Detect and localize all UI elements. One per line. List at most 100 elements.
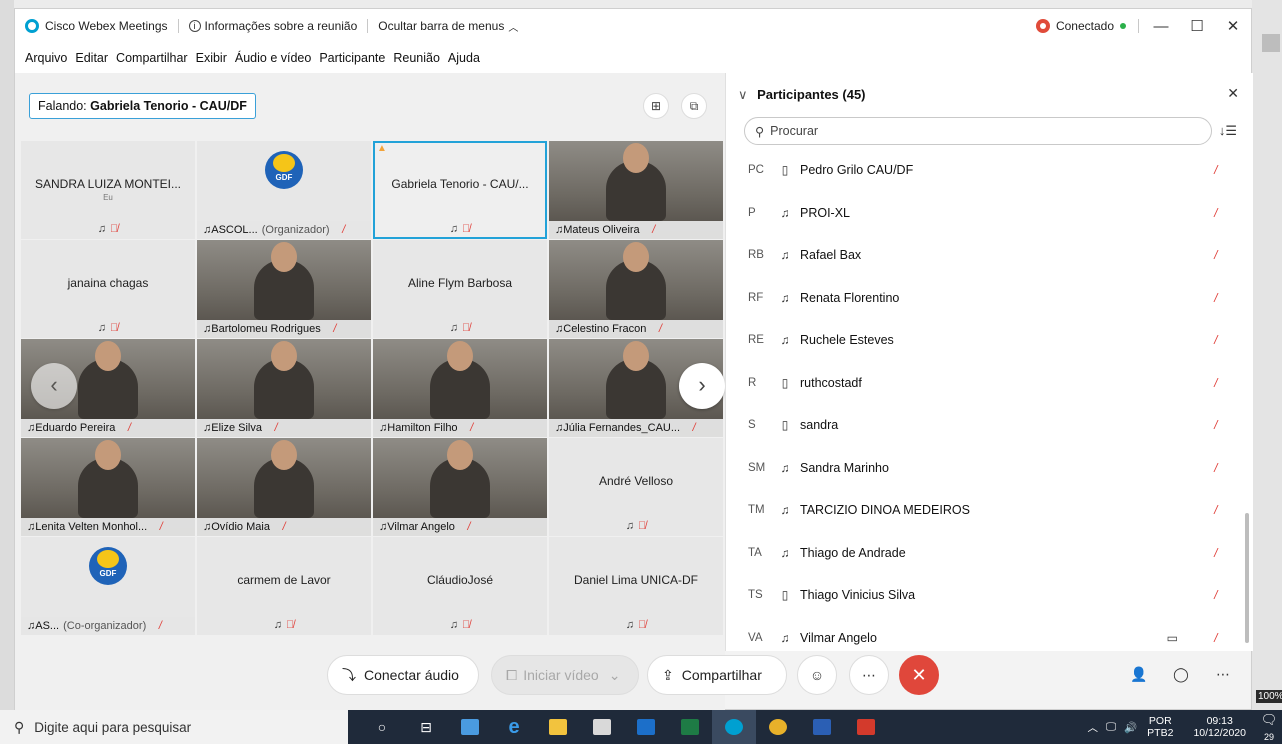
outlook-icon[interactable]	[624, 710, 668, 744]
language-indicator[interactable]: POR PTB2	[1147, 715, 1173, 739]
muted-mic-icon[interactable]: 🎙̸	[1207, 588, 1216, 602]
chrome-icon[interactable]	[756, 710, 800, 744]
muted-mic-icon[interactable]: 🎙̸	[1207, 376, 1216, 390]
sort-icon[interactable]: ↓☰	[1219, 123, 1237, 139]
file-explorer-icon[interactable]	[536, 710, 580, 744]
acrobat-icon[interactable]	[844, 710, 888, 744]
grid-layout-button[interactable]: ⊞	[643, 93, 669, 119]
menu-item-editar[interactable]: Editar	[75, 51, 108, 65]
participant-row[interactable]: RE ♫ Ruchele Esteves 🎙̸	[726, 319, 1236, 361]
menu-item-reuniao[interactable]: Reunião	[393, 51, 440, 65]
participant-row[interactable]: TS ▯ Thiago Vinicius Silva 🎙̸	[726, 574, 1236, 616]
prev-page-arrow[interactable]: ‹	[31, 363, 77, 409]
headset-icon: ♫	[449, 619, 458, 631]
task-view-icon[interactable]: ⊟	[404, 710, 448, 744]
participant-row[interactable]: TA ♫ Thiago de Andrade 🎙̸	[726, 532, 1236, 574]
network-icon[interactable]: 🖵	[1106, 721, 1116, 734]
participant-initials: PC	[748, 164, 764, 176]
video-tile[interactable]: ♫ Bartolomeu Rodrigues 🎙̸	[197, 240, 371, 338]
video-tile[interactable]: ▲ Gabriela Tenorio - CAU/... ♫ 🎙̸	[373, 141, 547, 239]
participant-row[interactable]: PC ▯ Pedro Grilo CAU/DF 🎙̸	[726, 149, 1236, 191]
participant-row[interactable]: R ▯ ruthcostadf 🎙̸	[726, 362, 1236, 404]
participant-search-input[interactable]: ⚲ Procurar	[744, 117, 1212, 145]
menu-item-audio-video[interactable]: Áudio e vídeo	[235, 51, 311, 65]
muted-mic-icon[interactable]: 🎙̸	[1207, 418, 1216, 432]
divider	[1138, 19, 1139, 33]
video-tile[interactable]: janaina chagas ♫ 🎙̸	[21, 240, 195, 338]
gdf-logo-text: GDF	[275, 173, 293, 182]
participant-row[interactable]: TM ♫ TARCIZIO DINOA MEDEIROS 🎙̸	[726, 489, 1236, 531]
video-tile[interactable]: carmem de Lavor ♫ 🎙̸	[197, 537, 371, 635]
reactions-button[interactable]: ☺	[797, 655, 837, 695]
video-tile[interactable]: ♫ Ovídio Maia 🎙̸	[197, 438, 371, 536]
share-button[interactable]: ⇪ Compartilhar	[647, 655, 787, 695]
menu-item-compartilhar[interactable]: Compartilhar	[116, 51, 188, 65]
hide-menu-button[interactable]: Ocultar barra de menus ︿	[372, 19, 524, 34]
tray-expand-icon[interactable]: ︿	[1087, 720, 1098, 735]
menu-item-participante[interactable]: Participante	[319, 51, 385, 65]
video-tile[interactable]: ♫ Mateus Oliveira 🎙̸	[549, 141, 723, 239]
participant-row[interactable]: P ♫ PROI-XL 🎙̸	[726, 192, 1236, 234]
video-tile[interactable]: ♫ Vilmar Angelo 🎙̸	[373, 438, 547, 536]
participant-scrollbar[interactable]	[1245, 513, 1249, 643]
video-tile[interactable]: ♫ Celestino Fracon 🎙̸	[549, 240, 723, 338]
video-tile[interactable]: Aline Flym Barbosa ♫ 🎙̸	[373, 240, 547, 338]
popout-button[interactable]: ⧉	[681, 93, 707, 119]
panel-close-button[interactable]: ✕	[1227, 85, 1239, 102]
webex-taskbar-icon[interactable]	[712, 710, 756, 744]
participant-row[interactable]: SM ♫ Sandra Marinho 🎙̸	[726, 447, 1236, 489]
participant-row[interactable]: VA ♫ Vilmar Angelo ▭ 🎙̸	[726, 617, 1236, 650]
menu-item-arquivo[interactable]: Arquivo	[25, 51, 67, 65]
maximize-button[interactable]: ☐	[1179, 17, 1215, 35]
connect-audio-button[interactable]: ⤵ Conectar áudio	[327, 655, 479, 695]
clock[interactable]: 09:13 10/12/2020	[1193, 715, 1246, 739]
notification-center-button[interactable]: 🗨 29	[1256, 712, 1282, 743]
muted-mic-icon[interactable]: 🎙̸	[1207, 461, 1216, 475]
mail-icon[interactable]	[448, 710, 492, 744]
muted-mic-icon[interactable]: 🎙̸	[1207, 631, 1216, 645]
volume-icon[interactable]: 🔊	[1124, 721, 1137, 734]
muted-mic-icon[interactable]: 🎙̸	[1207, 503, 1216, 517]
start-video-button[interactable]: ⧠ Iniciar vídeo ⌄	[491, 655, 639, 695]
headset-icon: ♫	[27, 521, 36, 533]
muted-mic-icon[interactable]: 🎙̸	[1207, 206, 1216, 220]
close-button[interactable]: ✕	[1215, 17, 1251, 35]
video-tile[interactable]: CláudioJosé ♫ 🎙̸	[373, 537, 547, 635]
speaking-prefix: Falando:	[38, 99, 87, 113]
video-tile[interactable]: ♫ Hamilton Filho 🎙̸	[373, 339, 547, 437]
tile-name-bar: ♫ Eduardo Pereira 🎙̸	[21, 419, 195, 437]
participant-row[interactable]: S ▯ sandra 🎙̸	[726, 404, 1236, 446]
video-tile[interactable]: SANDRA LUIZA MONTEI... Eu ♫ 🎙̸	[21, 141, 195, 239]
more-options-button[interactable]: ⋯	[849, 655, 889, 695]
muted-mic-icon[interactable]: 🎙̸	[1207, 248, 1216, 262]
muted-mic-icon[interactable]: 🎙̸	[1207, 163, 1216, 177]
edge-icon[interactable]: e	[492, 710, 536, 744]
next-page-arrow[interactable]: ›	[679, 363, 725, 409]
menu-item-ajuda[interactable]: Ajuda	[448, 51, 480, 65]
video-tile[interactable]: GDF ♫ AS... (Co-organizador) 🎙̸	[21, 537, 195, 635]
taskbar-search-input[interactable]: ⚲ Digite aqui para pesquisar	[0, 710, 348, 744]
muted-mic-icon[interactable]: 🎙̸	[1207, 291, 1216, 305]
store-icon[interactable]	[580, 710, 624, 744]
minimize-button[interactable]: —	[1143, 18, 1179, 35]
muted-mic-icon[interactable]: 🎙̸	[1207, 333, 1216, 347]
video-tile[interactable]: André Velloso ♫ 🎙̸	[549, 438, 723, 536]
end-call-button[interactable]: ✕	[899, 655, 939, 695]
participant-row[interactable]: RF ♫ Renata Florentino 🎙̸	[726, 277, 1236, 319]
meeting-info-button[interactable]: i Informações sobre a reunião	[183, 19, 364, 33]
muted-mic-icon[interactable]: 🎙̸	[1207, 546, 1216, 560]
menu-item-exibir[interactable]: Exibir	[196, 51, 227, 65]
tile-participant-name: André Velloso	[598, 474, 674, 488]
participants-toggle-icon[interactable]: 👤	[1119, 655, 1159, 695]
panel-header[interactable]: ∨ Participantes (45)	[738, 87, 866, 103]
participant-row[interactable]: RB ♫ Rafael Bax 🎙̸	[726, 234, 1236, 276]
chat-toggle-icon[interactable]: ◯	[1161, 655, 1201, 695]
excel-icon[interactable]	[668, 710, 712, 744]
video-tile[interactable]: GDF ♫ ASCOL... (Organizador) 🎙̸	[197, 141, 371, 239]
video-tile[interactable]: ♫ Lenita Velten Monhol... 🎙̸	[21, 438, 195, 536]
word-icon[interactable]	[800, 710, 844, 744]
video-tile[interactable]: ♫ Elize Silva 🎙̸	[197, 339, 371, 437]
panel-more-button[interactable]: ⋯	[1203, 655, 1243, 695]
video-tile[interactable]: Daniel Lima UNICA-DF ♫ 🎙̸	[549, 537, 723, 635]
cortana-icon[interactable]: ○	[360, 710, 404, 744]
